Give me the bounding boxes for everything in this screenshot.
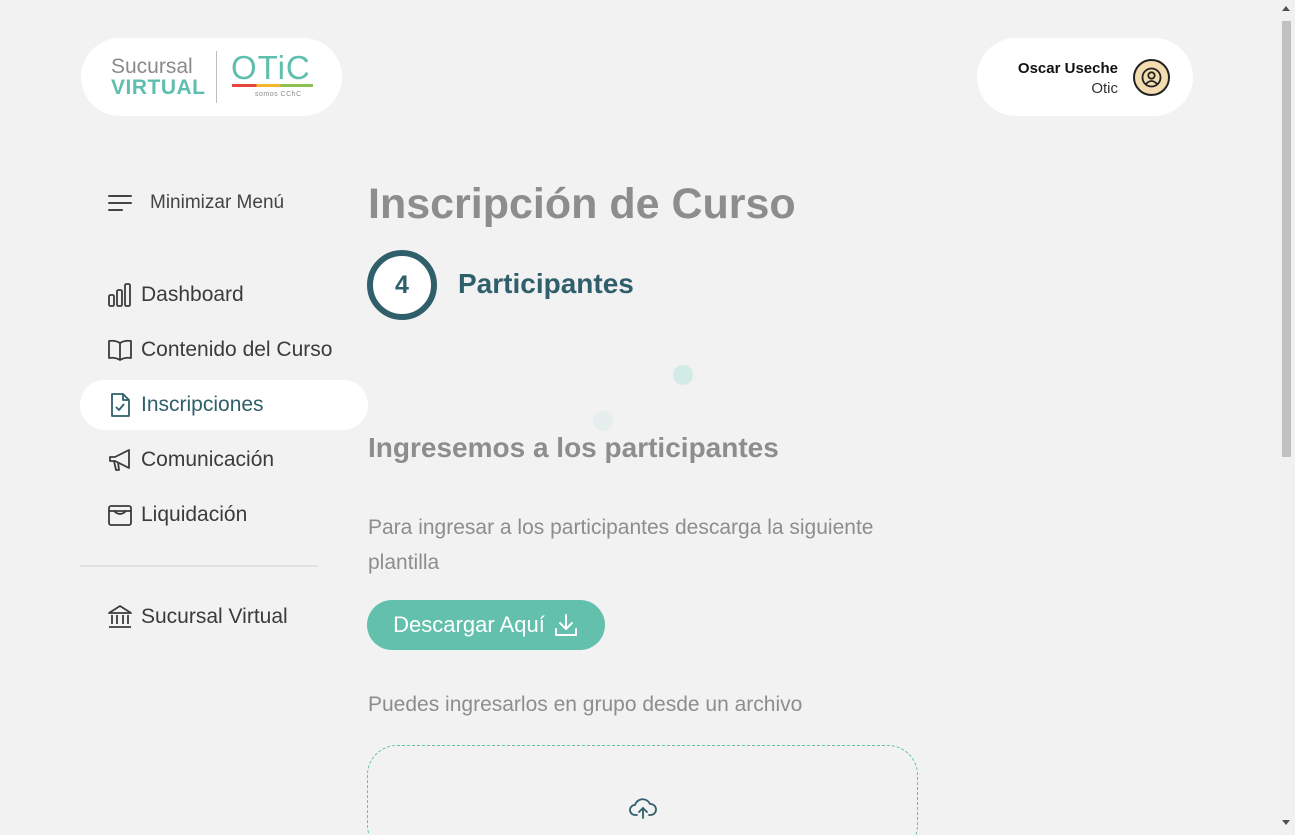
wallet-icon [107, 502, 133, 528]
loading-dot [673, 365, 693, 385]
megaphone-icon [107, 447, 133, 473]
user-org: Otic [1091, 80, 1118, 97]
minimize-menu-label: Minimizar Menú [150, 192, 285, 213]
sidebar-item-label: Dashboard [141, 283, 244, 306]
sidebar-item-comunicacion[interactable]: Comunicación [80, 435, 368, 485]
sidebar-item-label: Comunicación [141, 448, 275, 471]
step-number-badge: 4 [367, 250, 437, 320]
sidebar-item-label: Liquidación [141, 503, 248, 526]
scroll-up-arrow-icon[interactable] [1282, 6, 1290, 11]
minimize-menu-button[interactable]: Minimizar Menú [108, 192, 284, 214]
sidebar-item-label: Sucursal Virtual [141, 605, 288, 628]
sidebar-item-label: Inscripciones [141, 393, 264, 416]
page-title: Inscripción de Curso [368, 180, 796, 228]
otic-color-bar [232, 84, 313, 87]
file-check-icon [107, 392, 133, 418]
brand-line2: VIRTUAL [111, 76, 206, 99]
loading-dot [593, 411, 613, 431]
group-upload-text: Puedes ingresarlos en grupo desde un arc… [368, 693, 803, 716]
download-icon [554, 614, 577, 636]
download-template-button[interactable]: Descargar Aquí [367, 600, 605, 650]
brand-logo[interactable]: Sucursal VIRTUAL OTiC somos CChC [81, 38, 342, 116]
book-icon [107, 337, 133, 363]
sidebar-item-label: Contenido del Curso [141, 338, 333, 361]
hamburger-icon [108, 195, 132, 211]
page-scrollbar[interactable] [1278, 0, 1295, 835]
user-circle-icon[interactable] [1133, 59, 1170, 96]
user-profile-card[interactable]: Oscar Useche Otic [977, 38, 1193, 116]
cloud-upload-icon [629, 798, 657, 819]
otic-logo-text: OTiC [231, 49, 311, 86]
bar-chart-icon [107, 282, 133, 308]
scroll-down-arrow-icon[interactable] [1282, 820, 1290, 825]
sidebar-item-contenido[interactable]: Contenido del Curso [80, 325, 368, 375]
bank-icon [107, 604, 133, 630]
sidebar-item-sucursal-virtual[interactable]: Sucursal Virtual [80, 592, 368, 642]
step-label: Participantes [458, 268, 634, 299]
description-text: Para ingresar a los participantes descar… [368, 516, 874, 574]
brand-tagline: somos CChC [255, 91, 302, 98]
file-dropzone[interactable] [367, 745, 918, 835]
sidebar-item-liquidacion[interactable]: Liquidación [80, 490, 368, 540]
user-name: Oscar Useche [1017, 60, 1118, 77]
brand-line1: Sucursal [111, 55, 193, 78]
download-button-label: Descargar Aquí [393, 612, 545, 637]
scroll-thumb[interactable] [1282, 21, 1291, 457]
sidebar-item-dashboard[interactable]: Dashboard [80, 270, 368, 320]
sidebar-item-inscripciones[interactable]: Inscripciones [80, 380, 368, 430]
sidebar-divider [80, 565, 318, 567]
section-title: Ingresemos a los participantes [368, 432, 779, 463]
logo-divider [216, 51, 217, 103]
